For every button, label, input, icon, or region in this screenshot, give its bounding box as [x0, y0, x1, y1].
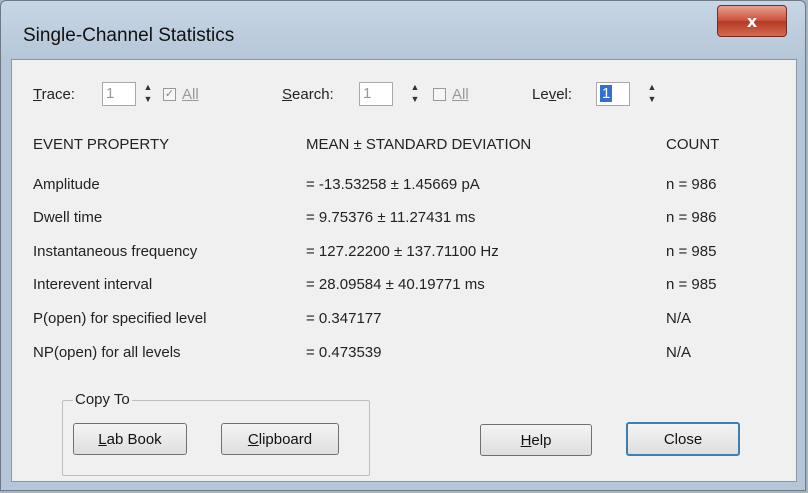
- header-mean-std: MEAN ± STANDARD DEVIATION: [306, 136, 532, 153]
- help-button[interactable]: Help: [480, 424, 592, 456]
- window-close-button[interactable]: x: [717, 5, 787, 37]
- row-value: = -13.53258 ± 1.45669 pA: [306, 176, 480, 193]
- row-count: n = 985: [666, 243, 717, 260]
- row-count: n = 985: [666, 276, 717, 293]
- spin-up-icon[interactable]: ▲: [645, 82, 659, 93]
- row-count: N/A: [666, 344, 692, 361]
- level-input[interactable]: 1: [596, 82, 630, 106]
- search-input[interactable]: 1: [359, 82, 393, 106]
- dialog-window: Single-Channel Statistics x Trace: 1 ▲ ▼…: [0, 0, 806, 491]
- row-property: Dwell time: [33, 209, 103, 226]
- search-all-label: All: [452, 86, 469, 103]
- spin-up-icon[interactable]: ▲: [141, 82, 155, 93]
- trace-all-label: All: [182, 86, 199, 103]
- close-button[interactable]: Close: [626, 422, 740, 456]
- row-value: = 0.347177: [306, 310, 382, 327]
- trace-all-checkbox[interactable]: ✓: [163, 88, 176, 101]
- search-all-checkbox[interactable]: [433, 88, 446, 101]
- row-property: Amplitude: [33, 176, 100, 193]
- row-count: n = 986: [666, 176, 717, 193]
- level-label: Level:: [532, 86, 573, 103]
- header-event-property: EVENT PROPERTY: [33, 136, 170, 153]
- trace-spinner[interactable]: ▲ ▼: [141, 82, 155, 106]
- spin-up-icon[interactable]: ▲: [408, 82, 422, 93]
- close-icon: x: [746, 11, 758, 31]
- header-count: COUNT: [666, 136, 720, 153]
- row-value: = 9.75376 ± 11.27431 ms: [306, 209, 476, 226]
- trace-input[interactable]: 1: [102, 82, 136, 106]
- spin-down-icon[interactable]: ▼: [408, 94, 422, 105]
- row-property: NP(open) for all levels: [33, 344, 181, 361]
- dialog-body: Trace: 1 ▲ ▼ ✓ All Search: 1 ▲ ▼ All Lev…: [11, 59, 797, 482]
- checkmark-icon: ✓: [164, 88, 175, 100]
- row-count: N/A: [666, 310, 692, 327]
- search-spinner[interactable]: ▲ ▼: [408, 82, 422, 106]
- title-bar[interactable]: Single-Channel Statistics x: [1, 1, 805, 59]
- row-value: = 0.473539: [306, 344, 382, 361]
- level-spinner[interactable]: ▲ ▼: [645, 82, 659, 106]
- row-value: = 127.22200 ± 137.71100 Hz: [306, 243, 499, 260]
- row-property: Instantaneous frequency: [33, 243, 198, 260]
- row-count: n = 986: [666, 209, 717, 226]
- row-property: P(open) for specified level: [33, 310, 207, 327]
- spin-down-icon[interactable]: ▼: [141, 94, 155, 105]
- spin-down-icon[interactable]: ▼: [645, 94, 659, 105]
- lab-book-button[interactable]: Lab Book: [73, 423, 187, 455]
- copy-to-group: Copy To Lab Book Clipboard: [62, 391, 370, 476]
- clipboard-button[interactable]: Clipboard: [221, 423, 339, 455]
- row-property: Interevent interval: [33, 276, 153, 293]
- window-title: Single-Channel Statistics: [23, 25, 235, 46]
- trace-label: Trace:: [33, 86, 75, 103]
- search-label: Search:: [282, 86, 334, 103]
- row-value: = 28.09584 ± 40.19771 ms: [306, 276, 485, 293]
- copy-to-legend: Copy To: [73, 391, 132, 408]
